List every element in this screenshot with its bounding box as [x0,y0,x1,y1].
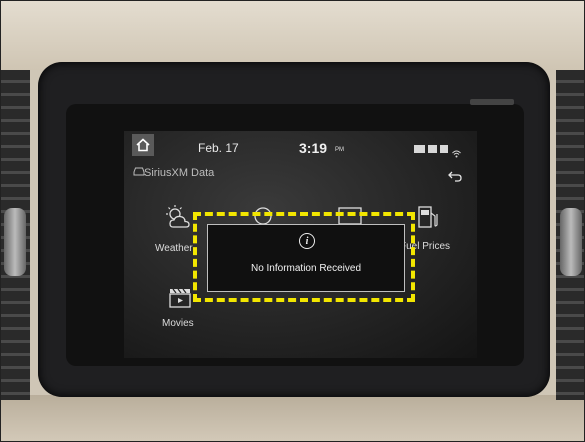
photo-border [0,0,585,442]
